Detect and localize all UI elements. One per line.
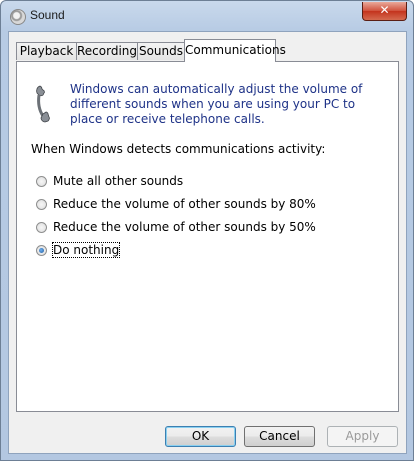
close-button[interactable]: ✕: [362, 2, 407, 21]
radio-mute-all[interactable]: [36, 175, 47, 187]
dialog-client-area: Playback Recording Sounds Communications…: [8, 31, 407, 454]
speaker-app-icon: [10, 9, 26, 25]
option-label[interactable]: Do nothing: [51, 242, 121, 258]
tab-playback[interactable]: Playback: [16, 42, 77, 60]
title-bar[interactable]: Sound ✕: [1, 1, 413, 31]
option-label[interactable]: Reduce the volume of other sounds by 50%: [53, 220, 316, 234]
option-reduce-80[interactable]: Reduce the volume of other sounds by 80%: [36, 196, 316, 212]
sound-dialog-window: Sound ✕ Playback Recording Sounds Commun…: [0, 0, 414, 461]
radio-do-nothing[interactable]: [36, 244, 47, 256]
ok-button[interactable]: OK: [165, 426, 236, 447]
tab-sounds[interactable]: Sounds: [137, 42, 185, 60]
communications-description: Windows can automatically adjust the vol…: [70, 82, 363, 126]
tab-communications[interactable]: Communications: [184, 39, 286, 62]
communications-panel: Windows can automatically adjust the vol…: [16, 61, 399, 412]
option-mute-all[interactable]: Mute all other sounds: [36, 173, 183, 189]
activity-prompt: When Windows detects communications acti…: [31, 142, 326, 156]
tab-recording[interactable]: Recording: [76, 42, 138, 60]
telephone-handset-icon: [36, 85, 50, 123]
option-do-nothing[interactable]: Do nothing: [36, 242, 121, 258]
apply-button[interactable]: Apply: [327, 426, 398, 447]
option-reduce-50[interactable]: Reduce the volume of other sounds by 50%: [36, 219, 316, 235]
cancel-button[interactable]: Cancel: [244, 426, 315, 447]
radio-reduce-50[interactable]: [36, 221, 47, 233]
window-title: Sound: [30, 8, 65, 22]
option-label[interactable]: Reduce the volume of other sounds by 80%: [53, 197, 316, 211]
option-label[interactable]: Mute all other sounds: [53, 174, 183, 188]
radio-reduce-80[interactable]: [36, 198, 47, 210]
